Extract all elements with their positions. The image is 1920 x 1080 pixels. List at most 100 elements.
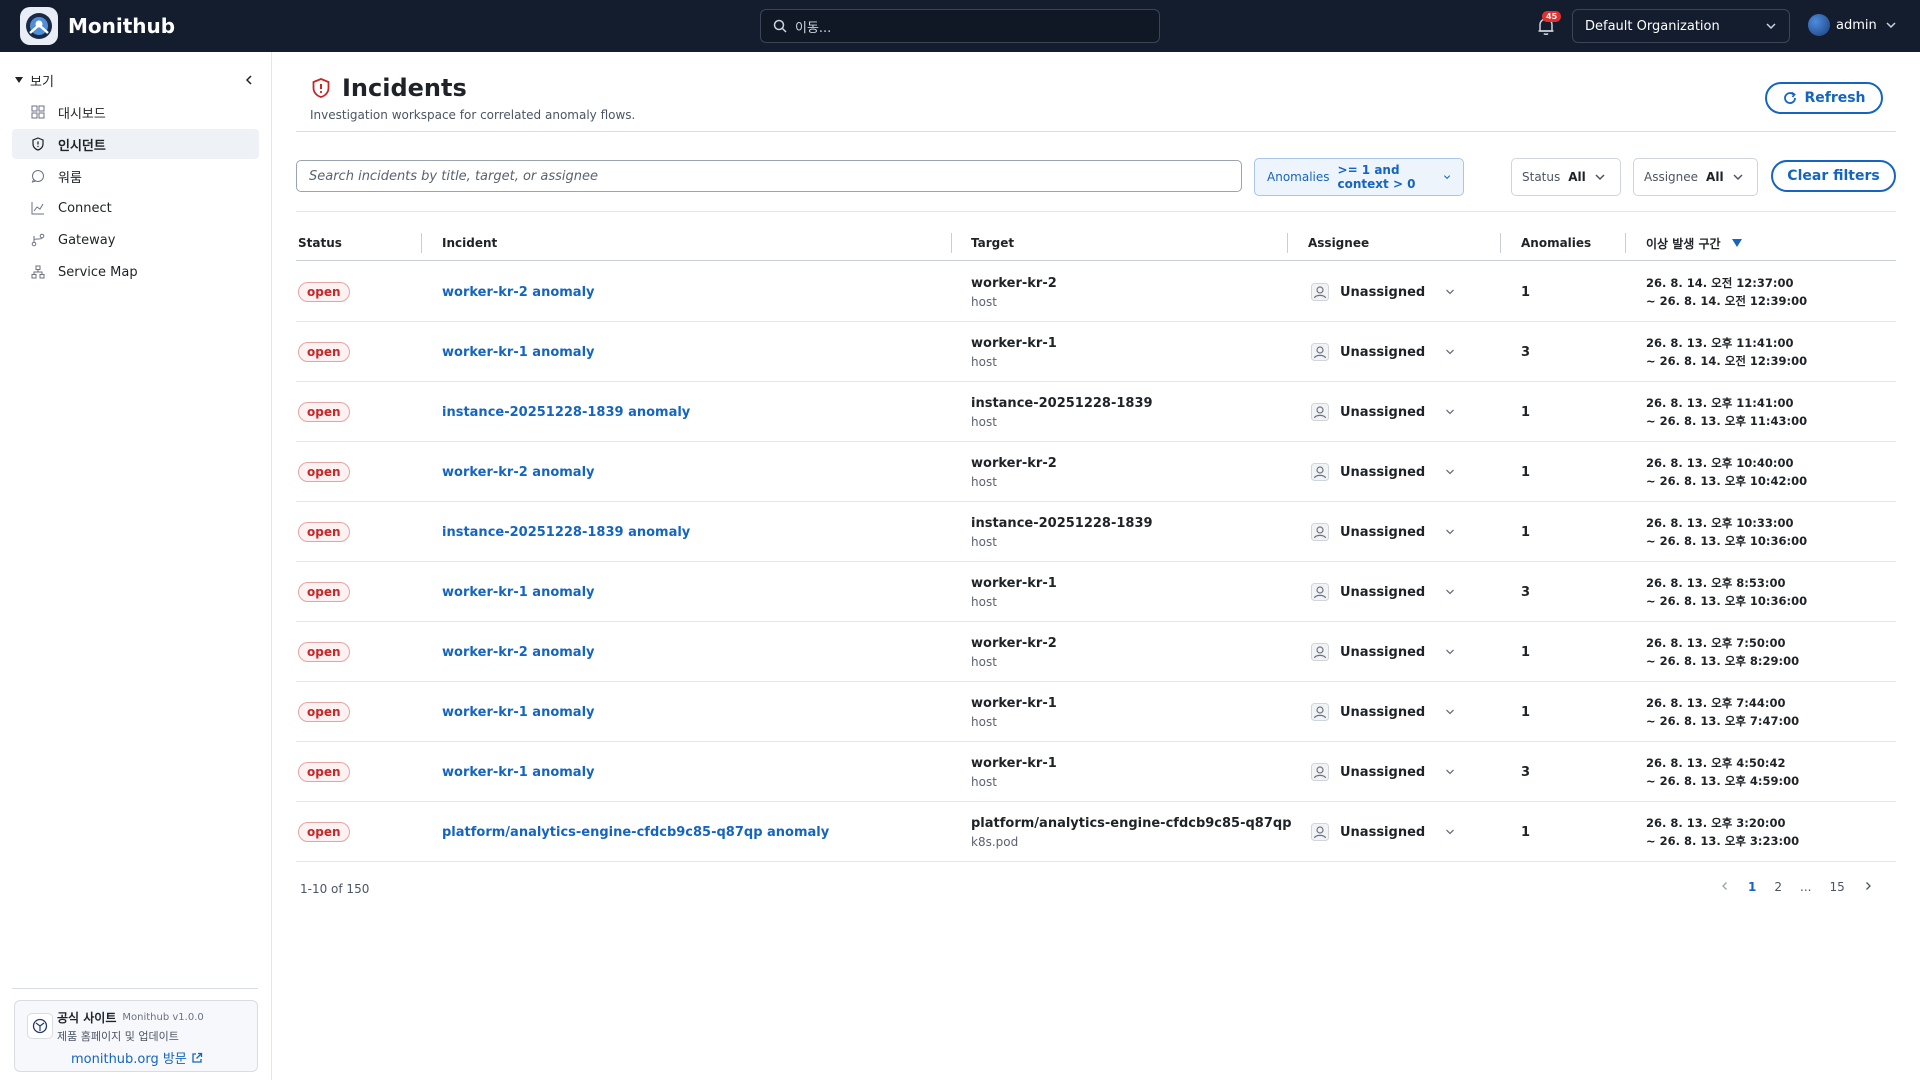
- column-header-incident[interactable]: Incident: [442, 225, 497, 261]
- table-row[interactable]: open worker-kr-1 anomaly worker-kr-1 host Un…: [296, 682, 1896, 742]
- refresh-button[interactable]: Refresh: [1765, 82, 1883, 114]
- target-name: worker-kr-2: [971, 635, 1057, 651]
- chevron-down-icon: [1445, 767, 1455, 777]
- status-cell: open: [298, 802, 350, 862]
- chevron-down-icon: [1766, 23, 1776, 30]
- shield-alert-icon: [30, 136, 46, 152]
- incident-link[interactable]: worker-kr-1 anomaly: [442, 585, 595, 600]
- official-site-link-label: monithub.org 방문: [71, 1052, 187, 1067]
- global-search-input[interactable]: 이동...: [760, 9, 1160, 43]
- anomalies-cell: 1: [1521, 262, 1530, 322]
- column-header-anomalies[interactable]: Anomalies: [1521, 225, 1591, 261]
- sidebar-item-warroom[interactable]: 워룸: [12, 161, 259, 191]
- user-icon: [1310, 522, 1330, 542]
- table-row[interactable]: open instance-20251228-1839 anomaly instan…: [296, 502, 1896, 562]
- incident-link[interactable]: worker-kr-1 anomaly: [442, 345, 595, 360]
- collapse-sidebar-icon[interactable]: [243, 74, 255, 86]
- assignee-select[interactable]: Unassigned: [1310, 382, 1455, 442]
- anomalies-cell: 3: [1521, 322, 1530, 382]
- assignee-name: Unassigned: [1340, 584, 1426, 600]
- assignee-name: Unassigned: [1340, 344, 1426, 360]
- organization-select[interactable]: Default Organization: [1572, 9, 1790, 43]
- target-cell: instance-20251228-1839 host: [971, 382, 1153, 442]
- status-badge: open: [298, 282, 350, 302]
- incident-search-input[interactable]: Search incidents by title, target, or as…: [296, 160, 1242, 192]
- target-name: worker-kr-1: [971, 695, 1057, 711]
- column-header-status[interactable]: Status: [298, 225, 342, 261]
- sort-desc-icon: [1731, 239, 1742, 247]
- chevron-down-icon: [1886, 22, 1896, 29]
- assignee-filter[interactable]: Assignee All: [1633, 158, 1758, 196]
- incident-link[interactable]: instance-20251228-1839 anomaly: [442, 525, 690, 540]
- range-start: 26. 8. 13. 오후 10:33:00: [1646, 516, 1794, 530]
- status-filter[interactable]: Status All: [1511, 158, 1621, 196]
- range-end: ~ 26. 8. 13. 오후 4:59:00: [1646, 774, 1800, 788]
- assignee-select[interactable]: Unassigned: [1310, 622, 1455, 682]
- assignee-name: Unassigned: [1340, 284, 1426, 300]
- assignee-select[interactable]: Unassigned: [1310, 742, 1455, 802]
- prev-page-button[interactable]: [1720, 880, 1730, 894]
- sidebar-item-dashboard[interactable]: 대시보드: [12, 97, 259, 127]
- user-icon: [1310, 402, 1330, 422]
- sidebar-item-gateway[interactable]: Gateway: [12, 225, 259, 255]
- status-badge: open: [298, 462, 350, 482]
- assignee-select[interactable]: Unassigned: [1310, 802, 1455, 862]
- sidebar-item-service-map[interactable]: Service Map: [12, 257, 259, 287]
- page-title-text: Incidents: [342, 74, 467, 102]
- table-row[interactable]: open worker-kr-1 anomaly worker-kr-1 host Un…: [296, 562, 1896, 622]
- incident-cell: worker-kr-1 anomaly: [442, 562, 595, 622]
- page-button[interactable]: 15: [1829, 880, 1844, 894]
- column-resizer[interactable]: [1500, 233, 1501, 253]
- official-site-link[interactable]: monithub.org 방문: [71, 1048, 247, 1067]
- range-start: 26. 8. 13. 오후 7:44:00: [1646, 696, 1786, 710]
- incident-cell: worker-kr-2 anomaly: [442, 262, 595, 322]
- sidebar-item-connect[interactable]: Connect: [12, 193, 259, 223]
- assignee-select[interactable]: Unassigned: [1310, 322, 1455, 382]
- range-end: ~ 26. 8. 14. 오전 12:39:00: [1646, 354, 1808, 368]
- table-row[interactable]: open worker-kr-2 anomaly worker-kr-2 host Un…: [296, 442, 1896, 502]
- table-row[interactable]: open worker-kr-2 anomaly worker-kr-2 host Un…: [296, 622, 1896, 682]
- table-row[interactable]: open instance-20251228-1839 anomaly instan…: [296, 382, 1896, 442]
- assignee-select[interactable]: Unassigned: [1310, 442, 1455, 502]
- column-resizer[interactable]: [1287, 233, 1288, 253]
- incident-link[interactable]: worker-kr-2 anomaly: [442, 285, 595, 300]
- chat-bubble-icon: [30, 168, 46, 184]
- page-button[interactable]: 2: [1774, 880, 1782, 894]
- incident-link[interactable]: worker-kr-2 anomaly: [442, 465, 595, 480]
- column-resizer[interactable]: [951, 233, 952, 253]
- column-resizer[interactable]: [1625, 233, 1626, 253]
- official-site-title: 공식 사이트: [57, 1011, 117, 1025]
- table-row[interactable]: open platform/analytics-engine-cfdcb9c85-…: [296, 802, 1896, 862]
- table-row[interactable]: open worker-kr-1 anomaly worker-kr-1 host Un…: [296, 742, 1896, 802]
- assignee-select[interactable]: Unassigned: [1310, 562, 1455, 622]
- sidebar-section-header[interactable]: 보기: [0, 65, 271, 95]
- column-header-range[interactable]: 이상 발생 구간: [1646, 225, 1743, 261]
- user-menu[interactable]: admin: [1808, 14, 1897, 36]
- incident-link[interactable]: worker-kr-1 anomaly: [442, 765, 595, 780]
- incident-link[interactable]: worker-kr-1 anomaly: [442, 705, 595, 720]
- target-name: worker-kr-1: [971, 755, 1057, 771]
- clear-filters-button[interactable]: Clear filters: [1771, 160, 1896, 192]
- page-button[interactable]: 1: [1748, 880, 1756, 894]
- column-header-assignee[interactable]: Assignee: [1308, 225, 1369, 261]
- assignee-select[interactable]: Unassigned: [1310, 262, 1455, 322]
- column-resizer[interactable]: [421, 233, 422, 253]
- status-cell: open: [298, 262, 350, 322]
- assignee-select[interactable]: Unassigned: [1310, 682, 1455, 742]
- incident-link[interactable]: instance-20251228-1839 anomaly: [442, 405, 690, 420]
- incident-link[interactable]: worker-kr-2 anomaly: [442, 645, 595, 660]
- next-page-button[interactable]: [1863, 880, 1873, 894]
- table-row[interactable]: open worker-kr-1 anomaly worker-kr-1 host Un…: [296, 322, 1896, 382]
- status-cell: open: [298, 742, 350, 802]
- column-header-target[interactable]: Target: [971, 225, 1014, 261]
- anomalies-filter[interactable]: Anomalies >= 1 and context > 0: [1254, 158, 1464, 196]
- table-row[interactable]: open worker-kr-2 anomaly worker-kr-2 host Un…: [296, 262, 1896, 322]
- target-cell: platform/analytics-engine-cfdcb9c85-q87q…: [971, 802, 1292, 862]
- table-header: Status Incident Target Assignee Anomalie…: [296, 225, 1896, 261]
- sidebar-item-incidents[interactable]: 인시던트: [12, 129, 259, 159]
- assignee-select[interactable]: Unassigned: [1310, 502, 1455, 562]
- app-logo[interactable]: Monithub: [20, 7, 175, 45]
- incident-link[interactable]: platform/analytics-engine-cfdcb9c85-q87q…: [442, 825, 829, 840]
- range-start: 26. 8. 13. 오후 8:53:00: [1646, 576, 1786, 590]
- status-badge: open: [298, 342, 350, 362]
